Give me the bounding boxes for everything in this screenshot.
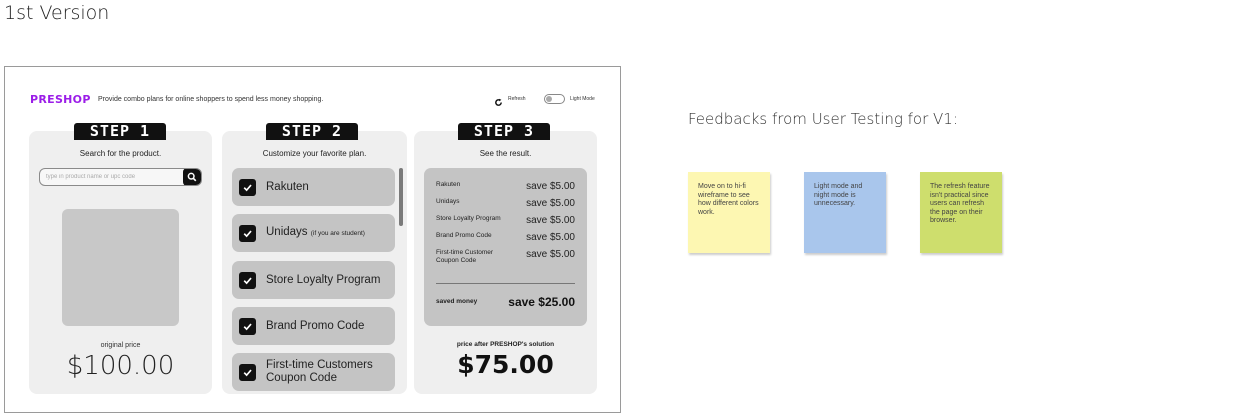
- plan-label-group: Unidays (if you are student): [266, 226, 365, 240]
- plan-label: Brand Promo Code: [266, 319, 365, 332]
- refresh-label: Refresh: [508, 95, 526, 102]
- search-input[interactable]: [40, 174, 183, 180]
- search-bar: [39, 168, 202, 186]
- plan-first-time-coupon[interactable]: First-time Customers Coupon Code: [232, 353, 395, 391]
- step1-panel: Search for the product. original price $…: [29, 131, 212, 394]
- result-divider: [436, 283, 575, 284]
- tagline: Provide combo plans for online shoppers …: [98, 96, 324, 103]
- result-name: First-time Customer Coupon Code: [436, 249, 494, 264]
- saved-money-value: save $25.00: [508, 295, 575, 309]
- checkmark-icon[interactable]: [239, 178, 256, 196]
- plan-unidays[interactable]: Unidays (if you are student): [232, 214, 395, 252]
- result-name: Unidays: [436, 198, 460, 205]
- step2-panel: Customize your favorite plan. Rakuten Un…: [222, 131, 407, 394]
- product-image-placeholder: [62, 209, 179, 326]
- checkmark-icon[interactable]: [239, 271, 256, 289]
- result-name: Store Loyalty Program: [436, 215, 501, 222]
- step3-subtitle: See the result.: [479, 149, 532, 158]
- wireframe-app: PRESHOP Provide combo plans for online s…: [4, 66, 621, 413]
- plan-note: (if you are student): [310, 230, 365, 237]
- search-button[interactable]: [183, 169, 201, 185]
- toggle-knob: [546, 96, 552, 102]
- result-row: Rakuten save $5.00: [436, 181, 575, 192]
- original-price: $100.00: [66, 351, 175, 381]
- result-save: save $5.00: [526, 215, 575, 226]
- step3-panel: See the result. Rakuten save $5.00 Unida…: [414, 131, 597, 394]
- refresh-icon: [494, 94, 503, 106]
- result-row: Brand Promo Code save $5.00: [436, 232, 575, 243]
- plan-rakuten[interactable]: Rakuten: [232, 168, 395, 206]
- light-mode-toggle[interactable]: [544, 94, 565, 104]
- result-row: Unidays save $5.00: [436, 198, 575, 209]
- step1-tab: STEP 1: [74, 123, 166, 140]
- plan-label: Rakuten: [266, 180, 309, 193]
- result-save: save $5.00: [526, 249, 575, 260]
- original-price-label: original price: [100, 342, 141, 349]
- step1-subtitle: Search for the product.: [79, 149, 162, 158]
- result-card: Rakuten save $5.00 Unidays save $5.00 St…: [424, 168, 587, 326]
- plan-label: Unidays: [266, 226, 308, 238]
- final-price: $75.00: [457, 350, 554, 379]
- plan-label: First-time Customers Coupon Code: [266, 359, 373, 384]
- feedback-title: Feedbacks from User Testing for V1:: [688, 110, 958, 128]
- sticky-note-refresh: The refresh feature isn't practical sinc…: [920, 172, 1002, 253]
- plan-brand-promo[interactable]: Brand Promo Code: [232, 307, 395, 345]
- result-name: Rakuten: [436, 181, 461, 188]
- light-mode-label: Light Mode: [570, 96, 595, 102]
- checkmark-icon[interactable]: [239, 224, 256, 242]
- sticky-note-light-mode: Light mode and night mode is unnecessary…: [804, 172, 886, 253]
- refresh-button[interactable]: Refresh: [494, 94, 526, 106]
- plan-store-loyalty[interactable]: Store Loyalty Program: [232, 261, 395, 299]
- saved-money-label: saved money: [436, 298, 478, 305]
- step2-tab: STEP 2: [266, 123, 358, 140]
- page-title: 1st Version: [4, 2, 110, 24]
- result-name: Brand Promo Code: [436, 232, 492, 239]
- brand-logo[interactable]: PRESHOP: [30, 93, 91, 106]
- step3-tab: STEP 3: [458, 123, 550, 140]
- light-mode-switch[interactable]: Light Mode: [544, 94, 595, 104]
- result-save: save $5.00: [526, 198, 575, 209]
- result-row: First-time Customer Coupon Code save $5.…: [436, 249, 575, 265]
- checkmark-icon[interactable]: [239, 317, 256, 335]
- sticky-note-hifi: Move on to hi-fi wireframe to see how di…: [688, 172, 770, 253]
- final-price-label: price after PRESHOP's solution: [456, 341, 555, 348]
- plan-label: Store Loyalty Program: [266, 273, 381, 286]
- result-save: save $5.00: [526, 181, 575, 192]
- result-save: save $5.00: [526, 232, 575, 243]
- result-row: Store Loyalty Program save $5.00: [436, 215, 575, 226]
- plans-scrollbar[interactable]: [399, 168, 403, 226]
- step2-subtitle: Customize your favorite plan.: [262, 149, 367, 158]
- search-icon: [187, 172, 197, 182]
- checkmark-icon[interactable]: [239, 363, 256, 381]
